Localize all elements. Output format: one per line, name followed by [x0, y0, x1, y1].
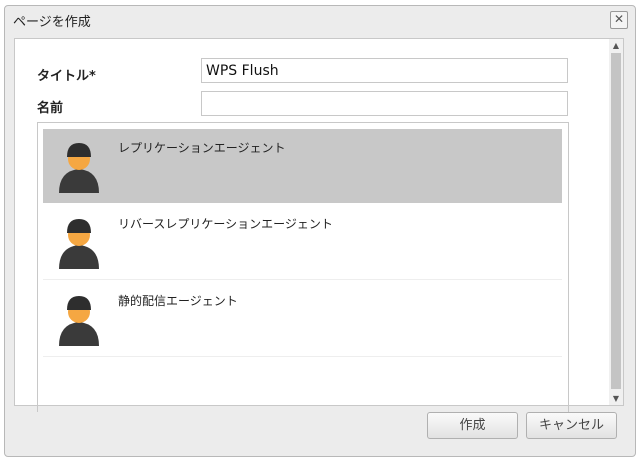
- template-item[interactable]: レプリケーションエージェント: [43, 129, 562, 203]
- agent-avatar-icon: [59, 219, 99, 269]
- agent-avatar-icon: [59, 296, 99, 346]
- name-input[interactable]: [201, 91, 568, 116]
- title-input[interactable]: [201, 58, 568, 83]
- dialog-title: ページを作成: [13, 15, 91, 30]
- template-label: 静的配信エージェント: [118, 294, 238, 308]
- agent-avatar-icon: [59, 143, 99, 193]
- title-label: タイトル*: [37, 69, 96, 84]
- template-label: レプリケーションエージェント: [118, 141, 286, 155]
- scroll-up-icon[interactable]: ▲: [609, 41, 623, 50]
- create-button[interactable]: 作成: [427, 412, 518, 439]
- cancel-button[interactable]: キャンセル: [526, 412, 617, 439]
- template-label: リバースレプリケーションエージェント: [118, 217, 333, 231]
- template-item[interactable]: 静的配信エージェント: [43, 282, 562, 357]
- name-label: 名前: [37, 101, 64, 116]
- scroll-down-icon[interactable]: ▼: [609, 394, 623, 403]
- scrollbar[interactable]: ▲ ▼: [609, 39, 623, 405]
- template-list: レプリケーションエージェント リバースレプリケーションエージェント 静的配信エー…: [37, 122, 569, 412]
- create-page-dialog: ページを作成 ✕ タイトル* 名前 レプリケーションエージェント リバースレプリ…: [4, 5, 636, 457]
- dialog-body: タイトル* 名前 レプリケーションエージェント リバースレプリケーションエージェ…: [14, 38, 624, 412]
- template-item[interactable]: リバースレプリケーションエージェント: [43, 205, 562, 280]
- close-icon[interactable]: ✕: [610, 11, 628, 29]
- scrollbar-thumb[interactable]: [611, 53, 621, 389]
